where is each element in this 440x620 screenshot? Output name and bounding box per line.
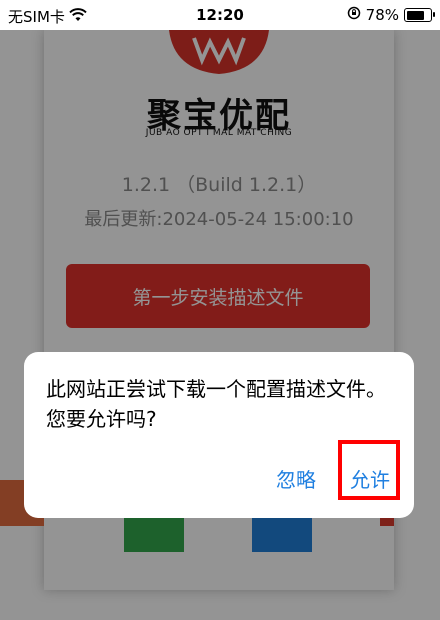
battery-icon: [404, 8, 435, 22]
modal-backdrop: [0, 30, 440, 620]
alert-message: 此网站正尝试下载一个配置描述文件。您要允许吗?: [46, 377, 386, 431]
allow-button[interactable]: 允许: [350, 464, 390, 493]
profile-download-alert: 此网站正尝试下载一个配置描述文件。您要允许吗? 忽略 允许: [24, 352, 414, 518]
orientation-lock-icon: [347, 6, 361, 24]
battery-level: [406, 10, 425, 20]
ignore-button[interactable]: 忽略: [276, 464, 316, 493]
battery-percent: 78%: [365, 6, 399, 24]
status-right: 78%: [347, 6, 435, 24]
status-bar: 无SIM卡 12:20 78%: [0, 0, 440, 30]
